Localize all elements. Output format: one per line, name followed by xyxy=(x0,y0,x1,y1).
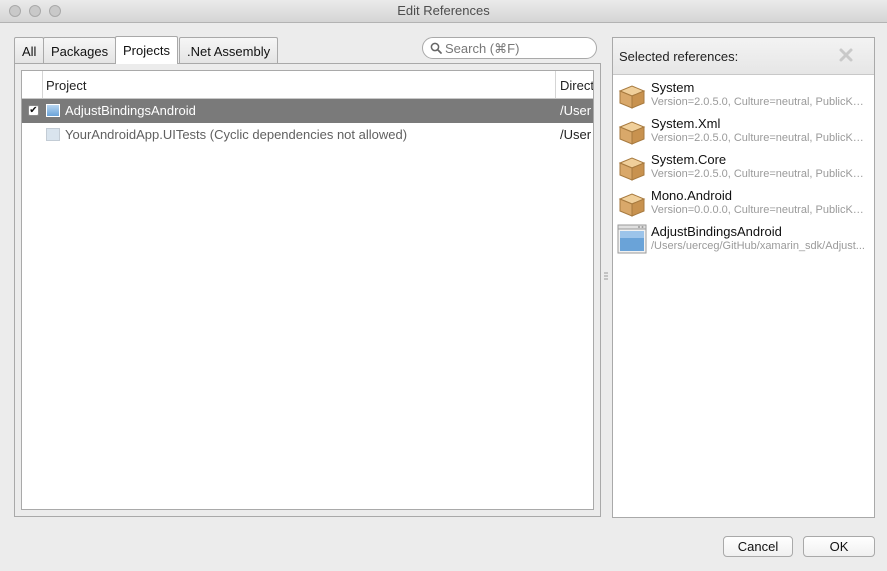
reference-detail: Version=2.0.5.0, Culture=neutral, Public… xyxy=(651,132,868,144)
reference-name: Mono.Android xyxy=(651,188,732,203)
reference-item-adjustbindingsandroid[interactable]: AdjustBindingsAndroid /Users/uerceg/GitH… xyxy=(613,220,874,256)
project-directory: /User xyxy=(560,103,592,118)
grip-icon xyxy=(604,272,608,280)
table-row[interactable]: ✔ AdjustBindingsAndroid /User xyxy=(22,99,593,123)
package-box-icon xyxy=(618,121,646,145)
project-window-icon xyxy=(617,224,647,254)
reference-item-system-xml[interactable]: System.Xml Version=2.0.5.0, Culture=neut… xyxy=(613,112,874,148)
title-bar: Edit References xyxy=(0,0,887,23)
column-header-directory[interactable]: Direct xyxy=(560,78,593,93)
package-box-icon xyxy=(618,157,646,181)
selected-references-title: Selected references: xyxy=(619,49,739,64)
tab-packages[interactable]: Packages xyxy=(43,37,117,63)
ok-button[interactable]: OK xyxy=(803,536,875,557)
reference-name: System.Core xyxy=(651,152,727,167)
reference-name: AdjustBindingsAndroid xyxy=(651,224,782,239)
table-row[interactable]: YourAndroidApp.UITests (Cyclic dependenc… xyxy=(22,123,593,147)
project-name: YourAndroidApp.UITests (Cyclic dependenc… xyxy=(65,127,408,142)
column-header-project[interactable]: Project xyxy=(46,78,86,93)
package-box-icon xyxy=(618,85,646,109)
project-directory: /User xyxy=(560,127,592,142)
project-icon xyxy=(46,128,60,141)
selected-references-header: Selected references: xyxy=(613,38,874,75)
selected-references-panel: Selected references: System Version=2.0.… xyxy=(612,37,875,518)
cancel-button[interactable]: Cancel xyxy=(723,536,793,557)
checkbox-column-header[interactable] xyxy=(22,71,43,98)
tab-all[interactable]: All xyxy=(14,37,45,63)
tab-projects[interactable]: Projects xyxy=(115,36,178,64)
projects-table: Project Direct ✔ AdjustBindingsAndroid /… xyxy=(21,70,594,510)
reference-detail: Version=2.0.5.0, Culture=neutral, Public… xyxy=(651,168,868,180)
reference-detail: Version=2.0.5.0, Culture=neutral, Public… xyxy=(651,96,868,108)
window-title: Edit References xyxy=(397,3,490,18)
panel-splitter-handle[interactable] xyxy=(603,270,609,282)
table-header: Project Direct xyxy=(22,71,593,99)
project-name: AdjustBindingsAndroid xyxy=(65,103,196,118)
reference-name: System xyxy=(651,80,695,95)
project-icon xyxy=(46,104,60,117)
remove-reference-icon[interactable] xyxy=(838,47,854,63)
include-checkbox[interactable]: ✔ xyxy=(28,105,39,116)
search-input[interactable] xyxy=(422,37,597,59)
reference-item-mono-android[interactable]: Mono.Android Version=0.0.0.0, Culture=ne… xyxy=(613,184,874,220)
reference-detail: Version=0.0.0.0, Culture=neutral, Public… xyxy=(651,204,868,216)
reference-name: System.Xml xyxy=(651,116,721,131)
reference-item-system[interactable]: System Version=2.0.5.0, Culture=neutral,… xyxy=(613,76,874,112)
package-box-icon xyxy=(618,193,646,217)
column-divider[interactable] xyxy=(555,71,556,98)
search-icon xyxy=(430,42,442,54)
reference-item-system-core[interactable]: System.Core Version=2.0.5.0, Culture=neu… xyxy=(613,148,874,184)
edit-references-dialog: Edit References All Packages Projects .N… xyxy=(0,0,887,571)
reference-detail: /Users/uerceg/GitHub/xamarin_sdk/Adjust.… xyxy=(651,240,865,252)
tab-net-assembly[interactable]: .Net Assembly xyxy=(179,37,279,63)
